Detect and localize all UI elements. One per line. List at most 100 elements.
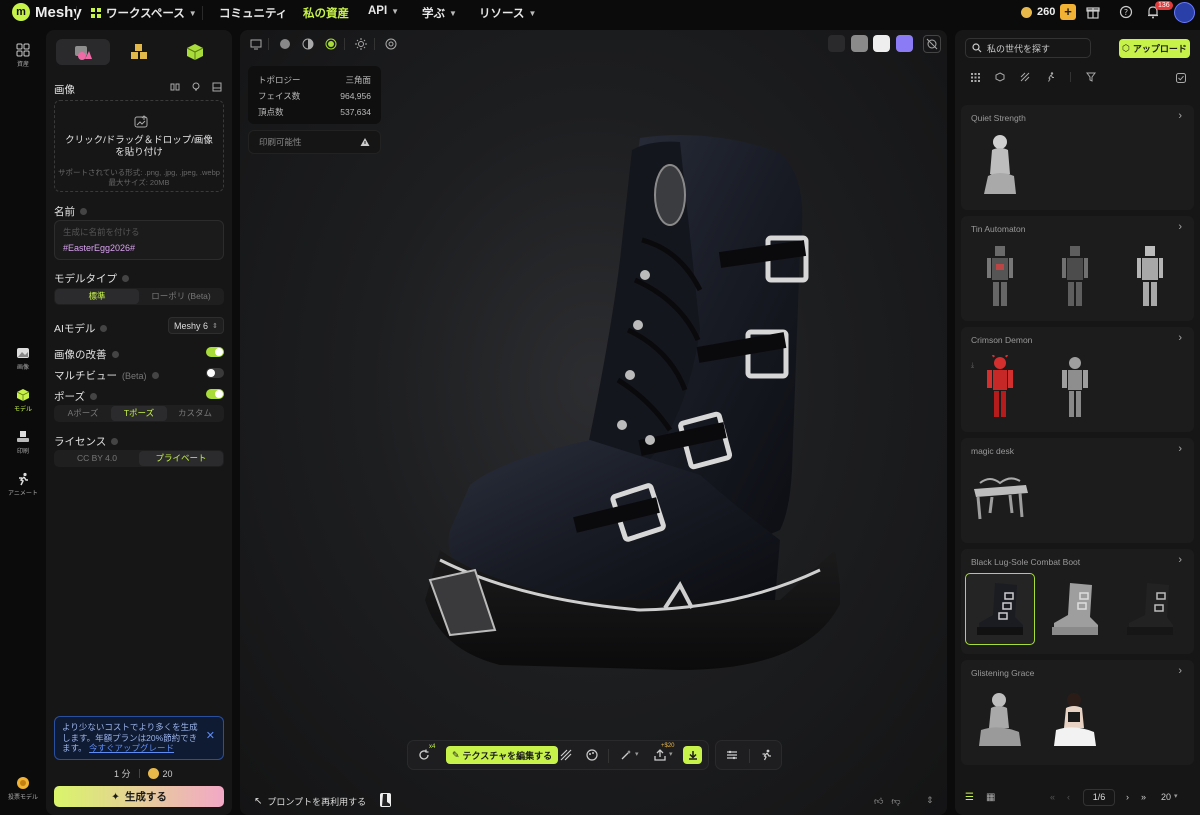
asset-thumbnail[interactable] [1115, 240, 1185, 312]
license-cc[interactable]: CC BY 4.0 [55, 451, 139, 466]
download-button[interactable] [683, 746, 702, 764]
tab-text-to-3d[interactable] [56, 39, 110, 65]
pose-toggle[interactable] [206, 389, 224, 399]
promo-upgrade-link[interactable]: 今すぐアップグレード [89, 743, 174, 753]
select-checkbox-icon[interactable] [1176, 73, 1186, 83]
nav-my-assets[interactable]: 私の資産 [303, 5, 349, 21]
asset-thumbnail[interactable] [1040, 351, 1110, 423]
asset-thumbnail[interactable] [1040, 684, 1110, 756]
asset-thumbnail[interactable] [1115, 573, 1185, 645]
workspace-menu[interactable]: ワークスペース ▼ [90, 5, 197, 21]
matcap-swatch[interactable] [828, 35, 845, 52]
asset-thumbnail[interactable] [965, 462, 1035, 534]
first-page-button[interactable]: « [1050, 792, 1055, 802]
rail-animate[interactable]: アニメート [0, 472, 46, 497]
search-input[interactable]: 私の世代を探す [965, 38, 1091, 58]
asset-thumbnail-selected[interactable] [965, 573, 1035, 645]
chevron-right-icon[interactable]: › [1178, 221, 1182, 233]
texture-shading-icon[interactable] [325, 38, 337, 50]
chevron-right-icon[interactable]: › [1178, 332, 1182, 344]
image-dropzone[interactable]: クリック/ドラッグ＆ドロップ/画像を貼り付け サポートされている形式: .png… [54, 100, 224, 192]
page-size-select[interactable]: 20 ▾ [1161, 792, 1178, 802]
3d-viewport[interactable]: トポロジー 三角面 フェイス数 964,956 頂点数 537,634 印刷可能性 [240, 30, 947, 815]
environment-icon[interactable] [385, 38, 397, 50]
chevron-down-icon[interactable]: ▾ [635, 750, 639, 758]
texture-icon[interactable] [1020, 72, 1030, 82]
chevron-right-icon[interactable]: › [1178, 665, 1182, 677]
monitor-icon[interactable] [250, 38, 262, 50]
retry-button[interactable] [418, 749, 430, 761]
solid-shading-icon[interactable] [279, 38, 291, 50]
close-icon[interactable]: ✕ [206, 731, 215, 742]
purple-swatch[interactable] [896, 35, 913, 52]
rail-vote-model[interactable]: 投票モデル [0, 776, 46, 801]
avatar[interactable] [1174, 2, 1195, 23]
rail-assets[interactable]: 資産 [0, 43, 46, 68]
next-page-button[interactable]: › [1126, 792, 1129, 802]
generate-button[interactable]: ✦ 生成する [54, 786, 224, 807]
chevron-right-icon[interactable]: › [1178, 443, 1182, 455]
asset-thumbnail[interactable] [1040, 240, 1110, 312]
lightbulb-icon[interactable] [191, 82, 201, 92]
page-indicator[interactable]: 1/6 [1083, 789, 1115, 806]
palette-icon[interactable] [586, 749, 598, 761]
pose-t[interactable]: Tポーズ [111, 406, 167, 421]
asset-thumbnail[interactable] [965, 240, 1035, 312]
asset-group-card[interactable]: Crimson Demon › ⤓ [961, 327, 1194, 432]
asset-group-card[interactable]: Glistening Grace › [961, 660, 1194, 765]
tab-image-to-3d[interactable] [168, 39, 222, 65]
name-field[interactable]: 生成に名前を付ける #EasterEgg2026# [54, 220, 224, 260]
running-icon[interactable] [1045, 72, 1055, 82]
reuse-prompt-button[interactable]: ↖ プロンプトを再利用する [254, 795, 366, 808]
model-type-standard[interactable]: 標準 [55, 289, 139, 304]
gift-icon[interactable] [1086, 5, 1102, 21]
nav-community[interactable]: コミュニティ [219, 5, 287, 21]
ai-model-select[interactable]: Meshy 6 ⇕ [168, 317, 224, 334]
chevron-right-icon[interactable]: › [1178, 554, 1182, 566]
no-lighting-button[interactable] [923, 35, 941, 53]
help-icon[interactable]: ? [1119, 5, 1135, 21]
updown-icon[interactable]: ⇕ [926, 795, 934, 806]
upload-button[interactable]: ⬡ アップロード [1119, 39, 1190, 58]
asset-group-card[interactable]: Tin Automaton › [961, 216, 1194, 321]
grid-view-icon[interactable]: ▦ [986, 792, 995, 803]
export-icon[interactable] [654, 749, 666, 761]
multiview-toggle[interactable] [206, 368, 224, 378]
cube-icon[interactable] [995, 72, 1005, 82]
light-icon[interactable] [355, 38, 367, 50]
rail-model[interactable]: モデル [0, 388, 46, 413]
add-credits-button[interactable]: + [1060, 4, 1076, 20]
asset-thumbnail[interactable] [1040, 573, 1110, 645]
rail-print[interactable]: 印刷 [0, 430, 46, 455]
logo[interactable]: m Meshy [12, 3, 82, 21]
prev-page-button[interactable]: ‹ [1067, 792, 1070, 802]
model-type-lowpoly[interactable]: ローポリ (Beta) [139, 289, 223, 304]
license-private[interactable]: プライベート [139, 451, 223, 466]
gray-swatch[interactable] [851, 35, 868, 52]
list-view-icon[interactable]: ☰ [965, 792, 974, 803]
pose-custom[interactable]: カスタム [167, 406, 223, 421]
thumbs-down-icon[interactable]: 👎︎ [891, 796, 900, 807]
thumbs-up-icon[interactable]: 👍︎ [874, 796, 883, 807]
gallery-icon[interactable] [212, 82, 222, 92]
grid-icon[interactable] [971, 72, 980, 82]
remesh-icon[interactable] [560, 749, 572, 761]
last-page-button[interactable]: » [1141, 792, 1146, 802]
nav-resources[interactable]: リソース ▼ [479, 5, 536, 21]
magic-icon[interactable] [620, 749, 632, 761]
pose-a[interactable]: Aポーズ [55, 406, 111, 421]
asset-group-card[interactable]: Quiet Strength › [961, 105, 1194, 210]
nav-api[interactable]: API ▼ [368, 5, 399, 17]
asset-thumbnail[interactable] [965, 129, 1035, 201]
multiview-icon[interactable] [170, 82, 180, 92]
asset-thumbnail[interactable] [965, 351, 1035, 423]
rail-image[interactable]: 画像 [0, 346, 46, 371]
credit-balance[interactable]: 260 [1021, 6, 1055, 18]
image-enhance-toggle[interactable] [206, 347, 224, 357]
source-image-thumb[interactable] [380, 793, 391, 807]
wireframe-shading-icon[interactable] [302, 38, 314, 50]
tab-multi-object[interactable] [112, 39, 166, 65]
chevron-down-icon[interactable]: ▾ [669, 750, 673, 758]
asset-thumbnail[interactable] [965, 684, 1035, 756]
asset-group-card[interactable]: Black Lug-Sole Combat Boot › [961, 549, 1194, 654]
